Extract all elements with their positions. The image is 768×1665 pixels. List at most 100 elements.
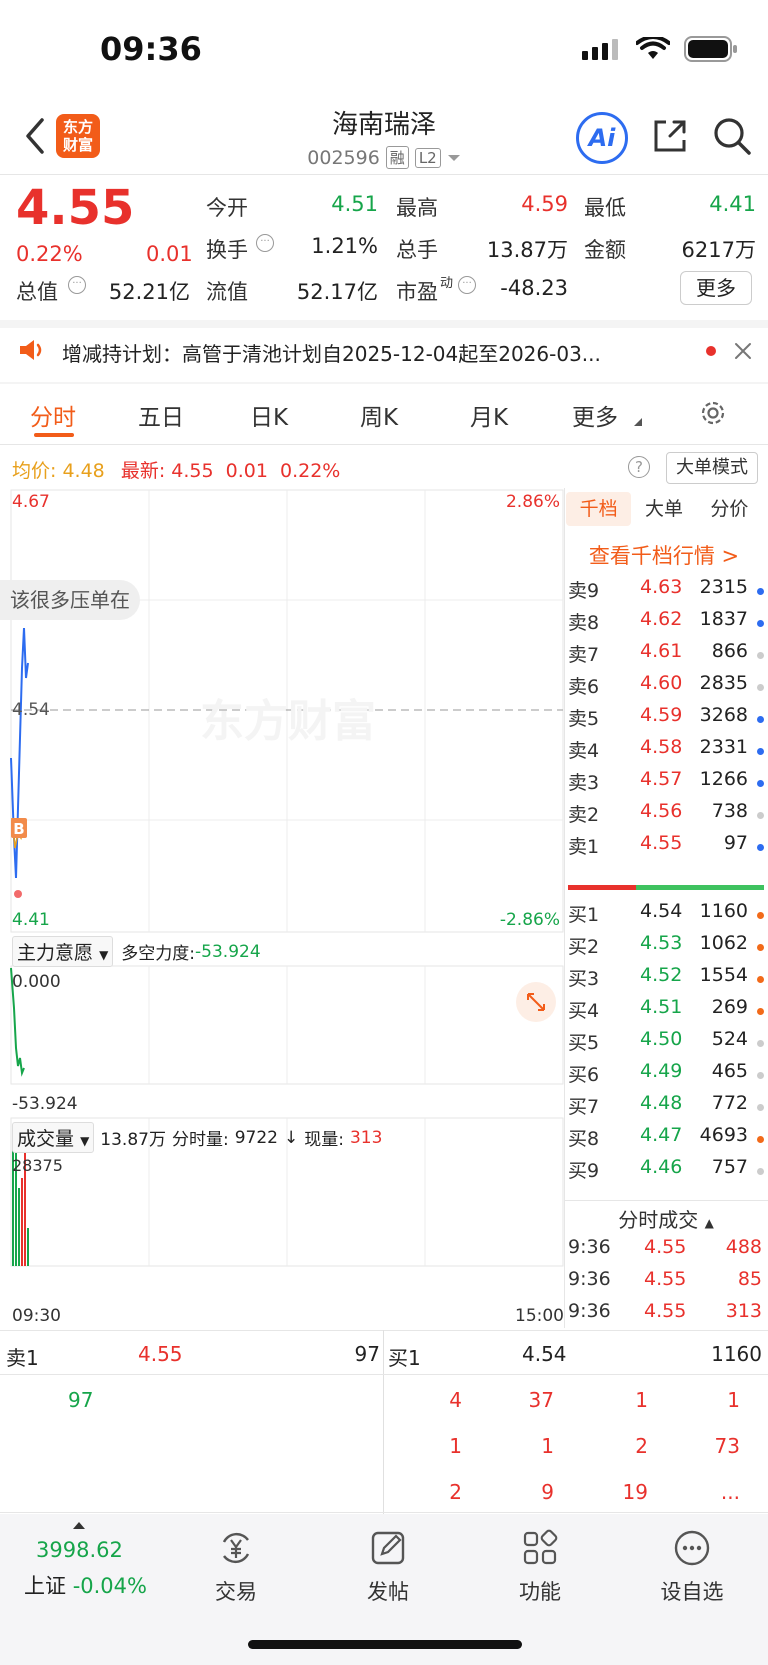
- volume-select[interactable]: 成交量 ▼: [12, 1122, 95, 1153]
- buy-level-row[interactable]: 买6 4.49 465: [568, 1060, 764, 1094]
- level-dot: [757, 912, 764, 919]
- down-arrow-icon: ↓: [283, 1127, 299, 1148]
- sell-level-row[interactable]: 卖7 4.61 866: [568, 640, 764, 674]
- share-icon[interactable]: [650, 116, 690, 156]
- trade-price: 4.55: [644, 1300, 687, 1322]
- level-volume: 97: [723, 832, 748, 854]
- level-price: 4.53: [640, 932, 683, 954]
- level-volume: 2315: [699, 576, 748, 598]
- ai-assistant-button[interactable]: Ai: [576, 112, 628, 164]
- sell-level-row[interactable]: 卖1 4.55 97: [568, 832, 764, 866]
- low-label: 最低: [584, 196, 626, 220]
- indicator-axis-top: 0.000: [12, 972, 61, 992]
- sell-level-row[interactable]: 卖9 4.63 2315: [568, 576, 764, 610]
- tab-monthly-k[interactable]: 月K: [470, 398, 508, 432]
- buy-level-row[interactable]: 买4 4.51 269: [568, 996, 764, 1030]
- help-icon[interactable]: ?: [628, 456, 650, 478]
- buy-level-row[interactable]: 买3 4.52 1554: [568, 964, 764, 998]
- level-volume: 738: [711, 800, 748, 822]
- tab-order-book-1000[interactable]: 千档: [566, 492, 632, 526]
- last-label: 最新:: [120, 460, 166, 482]
- level-price: 4.55: [640, 832, 683, 854]
- level-label: 卖9: [568, 580, 600, 602]
- home-indicator[interactable]: [248, 1640, 522, 1649]
- view-full-depth-link[interactable]: 查看千档行情 >: [566, 540, 762, 570]
- info-icon[interactable]: ···: [256, 234, 274, 252]
- price-axis-bottom: 4.41: [12, 910, 50, 930]
- search-icon[interactable]: [712, 116, 752, 156]
- info-icon[interactable]: ···: [68, 276, 86, 294]
- tab-order-book-price[interactable]: 分价: [697, 492, 762, 526]
- divider: [564, 1200, 768, 1201]
- tab-order-book-big[interactable]: 大单: [631, 492, 696, 526]
- order-book-tabs: 千档 大单 分价: [566, 492, 762, 526]
- sell-level-row[interactable]: 卖6 4.60 2835: [568, 672, 764, 706]
- sell-level-row[interactable]: 卖2 4.56 738: [568, 800, 764, 834]
- index-change: -0.04%: [72, 1574, 147, 1598]
- hint-bubble[interactable]: 该很多压单在: [0, 580, 140, 620]
- trades-title: 分时成交: [618, 1208, 699, 1232]
- nav-functions[interactable]: 功能: [470, 1528, 610, 1606]
- level-label: 买1: [568, 904, 600, 926]
- app-screen: 09:36 东方财富 海南瑞泽 002596 融 L2 Ai 4.55 0.22…: [0, 0, 768, 1665]
- last-change-pct: 0.22%: [279, 460, 341, 482]
- big-order-mode-button[interactable]: 大单模式: [666, 452, 758, 484]
- pe-superscript: 动: [440, 276, 454, 291]
- sell-buy-ratio-sell: [568, 885, 636, 890]
- nav-post[interactable]: 发帖: [318, 1528, 458, 1606]
- nav-post-label: 发帖: [367, 1580, 409, 1604]
- buy1-volume: 1160: [711, 1342, 762, 1366]
- buy-level-row[interactable]: 买7 4.48 772: [568, 1092, 764, 1126]
- trade-volume: 313: [725, 1300, 762, 1322]
- sell-level-row[interactable]: 卖3 4.57 1266: [568, 768, 764, 802]
- level-dot: [757, 1040, 764, 1047]
- buy-level-row[interactable]: 买9 4.46 757: [568, 1156, 764, 1190]
- buy-level-row[interactable]: 买5 4.50 524: [568, 1028, 764, 1062]
- info-icon[interactable]: ···: [458, 276, 476, 294]
- sell-level-row[interactable]: 卖4 4.58 2331: [568, 736, 764, 770]
- tab-intraday[interactable]: 分时: [30, 398, 76, 432]
- notice-text[interactable]: 增减持计划：高管于清池计划自2025-12-04起至2026-03...: [62, 338, 702, 367]
- nav-add-watchlist[interactable]: 设自选: [622, 1528, 762, 1606]
- buy-level-row[interactable]: 买8 4.47 4693: [568, 1124, 764, 1158]
- level-label: 卖4: [568, 740, 600, 762]
- grid-apps-icon: [523, 1529, 558, 1565]
- buy-queue-item: 1: [541, 1434, 554, 1458]
- level-label: 买2: [568, 936, 600, 958]
- buy-level-row[interactable]: 买2 4.53 1062: [568, 932, 764, 966]
- sell-level-row[interactable]: 卖8 4.62 1837: [568, 608, 764, 642]
- level-volume: 3268: [699, 704, 748, 726]
- tab-five-day[interactable]: 五日: [138, 398, 184, 432]
- buy-queue-item: 19: [622, 1480, 648, 1504]
- buy-level-row[interactable]: 买1 4.54 1160: [568, 900, 764, 934]
- pe-label: 市盈: [396, 280, 438, 304]
- turnover-value: 1.21%: [311, 234, 378, 258]
- volume-label: 总手: [396, 238, 438, 262]
- level-dot: [757, 844, 764, 851]
- tab-more[interactable]: 更多: [572, 398, 618, 432]
- level-dot: [757, 1136, 764, 1143]
- indicator-select[interactable]: 主力意愿 ▼: [12, 936, 114, 967]
- amount-value: 6217万: [681, 238, 756, 262]
- close-icon[interactable]: [734, 342, 752, 360]
- trades-header[interactable]: 分时成交 ▲: [564, 1204, 768, 1233]
- sell-level-row[interactable]: 卖5 4.59 3268: [568, 704, 764, 738]
- sell1-price: 4.55: [138, 1342, 183, 1366]
- tab-daily-k[interactable]: 日K: [250, 398, 288, 432]
- level-price: 4.62: [640, 608, 683, 630]
- index-value[interactable]: 3998.62: [36, 1538, 123, 1562]
- level-label: 买7: [568, 1096, 600, 1118]
- gear-icon[interactable]: [698, 398, 728, 428]
- turnover-label: 换手: [206, 238, 248, 262]
- amount-label: 金额: [584, 238, 626, 262]
- nav-trade[interactable]: 交易: [166, 1528, 306, 1606]
- level-price: 4.56: [640, 800, 683, 822]
- level-price: 4.50: [640, 1028, 683, 1050]
- index-quote[interactable]: 上证 -0.04%: [24, 1570, 147, 1600]
- indicator-header: 主力意愿 ▼ 多空力度: -53.924: [12, 936, 261, 967]
- level-price: 4.63: [640, 576, 683, 598]
- tab-weekly-k[interactable]: 周K: [360, 398, 398, 432]
- level-price: 4.52: [640, 964, 683, 986]
- buy1-label: 买1: [388, 1346, 421, 1370]
- more-button[interactable]: 更多: [680, 271, 752, 305]
